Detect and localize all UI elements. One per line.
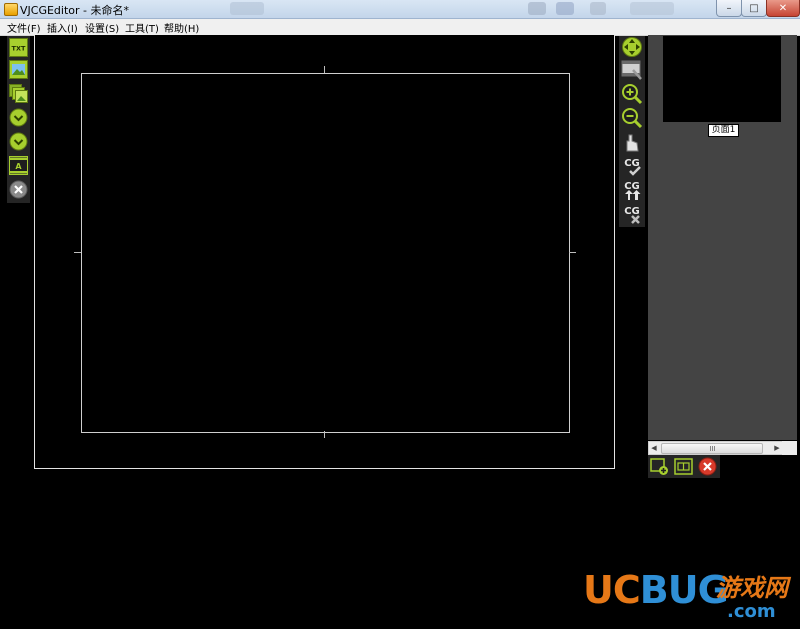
insert-text-label: TXT [12,45,26,53]
page-properties-icon[interactable] [674,457,693,476]
safe-area-frame [81,73,570,433]
page-thumbnail[interactable] [663,36,781,122]
watermark-site-text: 游戏网 [716,574,788,602]
center-mark-left [74,252,81,253]
window-title: VJCGEditor - 未命名* [20,4,129,17]
menu-insert[interactable]: 插入(I) [47,20,78,35]
scrollbar-corner [782,441,797,455]
insert-clock-icon[interactable] [9,108,28,127]
center-mark-right [569,252,576,253]
maximize-button[interactable]: □ [741,0,767,17]
right-toolbar: CG CG CG [619,36,645,227]
scroll-left-arrow-icon[interactable]: ◀ [649,442,659,454]
page-thumbnail-label[interactable]: 页面1 [708,124,739,137]
title-bar-background-blur [230,2,264,15]
cg-remove-label: CG [624,206,640,217]
zoom-out-icon[interactable] [621,107,643,129]
zoom-in-icon[interactable] [621,83,643,105]
insert-text-icon[interactable]: TXT [9,38,28,57]
cg-upload-icon[interactable]: CG [621,179,643,201]
cg-apply-label: CG [624,158,640,169]
page-list-scrollbar[interactable]: ◀ ▶ [648,441,783,455]
title-bar-background-blur [590,2,606,15]
subtitle-tool-label: A [15,162,22,171]
background-film-icon[interactable] [621,59,643,81]
watermark-domain-text: .com [727,601,776,622]
menu-bar: 文件(F) 插入(I) 设置(S) 工具(T) 帮助(H) [0,19,800,36]
delete-icon[interactable] [9,180,28,199]
center-mark-top [324,66,325,73]
insert-image-icon[interactable] [9,60,28,79]
cg-apply-icon[interactable]: CG [621,155,643,177]
app-icon [4,3,18,16]
close-button[interactable]: ✕ [766,0,800,17]
title-bar-background-blur [556,2,574,15]
delete-page-icon[interactable] [698,457,717,476]
page-toolbar [648,455,720,478]
watermark-logo: UCBUG [583,568,729,612]
scrollbar-thumb[interactable] [661,443,763,454]
menu-help[interactable]: 帮助(H) [164,20,199,35]
insert-countdown-icon[interactable] [9,132,28,151]
cg-remove-icon[interactable]: CG [621,203,643,225]
menu-settings[interactable]: 设置(S) [85,20,119,35]
title-bar: VJCGEditor - 未命名* – □ ✕ [0,0,800,19]
hand-pan-icon[interactable] [621,131,643,153]
insert-subtitle-film-icon[interactable]: A [9,156,28,175]
left-toolbar: TXT A [7,36,30,203]
insert-image-sequence-icon[interactable] [9,84,28,103]
center-mark-bottom [324,431,325,438]
fit-view-icon[interactable] [621,36,643,58]
menu-file[interactable]: 文件(F) [7,20,41,35]
cg-upload-label: CG [624,181,640,192]
menu-tools[interactable]: 工具(T) [125,20,159,35]
add-page-icon[interactable] [650,457,669,476]
title-bar-background-blur [630,2,674,15]
minimize-button[interactable]: – [716,0,742,17]
scroll-right-arrow-icon[interactable]: ▶ [772,442,782,454]
title-bar-background-blur [528,2,546,15]
